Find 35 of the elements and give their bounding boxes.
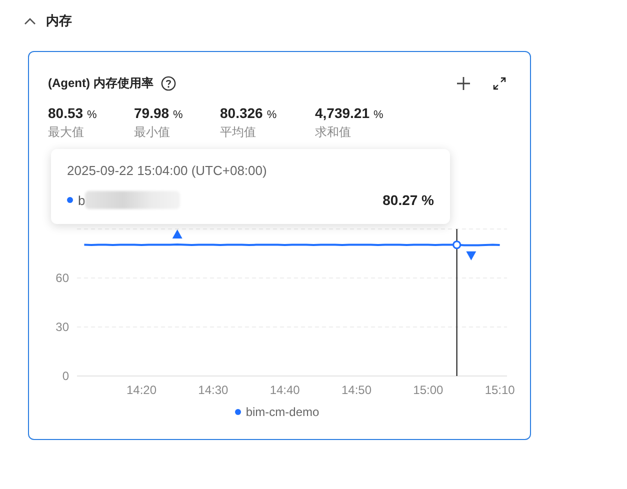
stat-unit: % [87,109,97,121]
stat-value: 4,739.21 [315,105,370,121]
fullscreen-icon[interactable] [493,76,506,90]
legend-label[interactable]: bim-cm-demo [246,405,320,419]
x-tick-label: 14:30 [198,383,228,397]
add-icon[interactable] [457,76,470,90]
stat-value: 80.53 [48,105,84,121]
stat-unit: % [374,109,384,121]
x-tick-label: 14:50 [341,383,372,397]
x-tick-label: 14:20 [126,383,157,397]
stat-unit: % [266,109,277,121]
section-title: 内存 [46,12,72,30]
tooltip-time: 2025-09-22 15:04:00 (UTC+08:00) [67,163,268,178]
stat-unit: % [173,109,183,121]
help-icon[interactable] [161,76,176,90]
series-dot [67,197,73,203]
tooltip-value: 80.27 % [382,192,434,208]
x-tick-label: 14:40 [270,383,300,397]
stat-label: 最小值 [134,124,171,141]
max-marker-icon [172,230,182,239]
series-name: b [78,192,86,208]
card-title: (Agent) 内存使用率 [48,74,154,92]
hover-point [452,240,462,250]
stat-value: 79.98 [134,105,170,121]
y-tick-label: 0 [62,369,69,383]
y-tick-label: 60 [56,271,69,285]
x-tick-label: 15:10 [484,383,515,397]
min-marker-icon [466,251,476,260]
y-tick-label: 30 [56,320,69,334]
stat-label: 平均值 [220,124,257,141]
x-tick-label: 15:00 [413,383,444,397]
stat-label: 求和值 [315,124,352,141]
collapse-icon[interactable] [24,17,36,25]
stat-value: 80.326 [220,105,263,121]
stat-label: 最大值 [48,124,85,141]
